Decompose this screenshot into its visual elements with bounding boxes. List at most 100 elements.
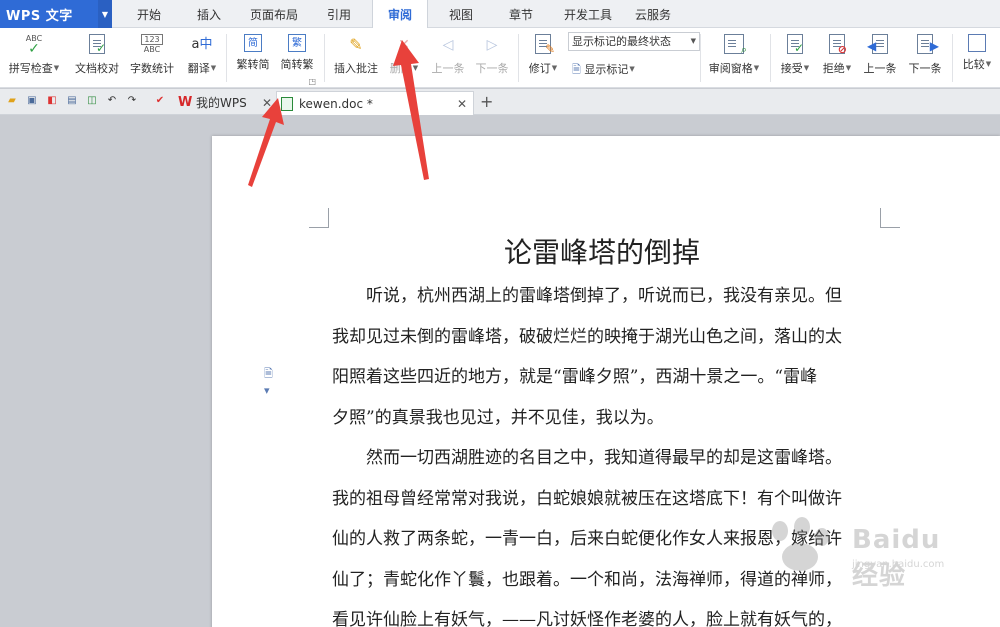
spell-check-label: 拼写检查 — [8, 62, 53, 75]
chevron-down-icon[interactable]: ▼ — [54, 64, 59, 72]
body-line: 然而一切西湖胜迹的名目之中，我知道得最早的却是这雷峰塔。 — [332, 448, 842, 468]
ribbon-divider — [952, 34, 953, 82]
track-changes-icon: ✎ — [532, 34, 555, 56]
simp-to-trad-label: 简转繁 — [280, 58, 314, 71]
tab-references[interactable]: 引用 — [318, 0, 360, 28]
reject-button[interactable]: ⊘ 拒绝▼ — [818, 32, 856, 84]
show-markup-button[interactable]: 🗎 显示标记▼ — [572, 61, 635, 80]
dialog-launcher-icon[interactable]: ◳ — [308, 77, 316, 86]
app-menu-button[interactable]: WPS 文字 ▼ — [0, 0, 112, 28]
simp-to-trad-icon: 繁 — [288, 34, 306, 52]
next-change-icon: ▶ — [914, 34, 939, 56]
tab-kewen-doc[interactable]: kewen.doc * ✕ — [276, 91, 474, 115]
simp-to-trad-button[interactable]: 繁 简转繁 ◳ — [276, 32, 318, 86]
undo-icon[interactable]: ↶ — [106, 95, 118, 107]
tab-cloud[interactable]: 云服务 — [628, 0, 678, 28]
watermark-url: jingyan.baidu.com — [852, 559, 945, 570]
translate-button[interactable]: a中 翻译▼ — [182, 32, 222, 84]
accept-button[interactable]: ✓ 接受▼ — [776, 32, 814, 84]
tab-page-layout[interactable]: 页面布局 — [244, 0, 304, 28]
ribbon-divider — [518, 34, 519, 82]
chevron-down-icon[interactable]: ▼ — [413, 64, 418, 72]
tab-view[interactable]: 视图 — [440, 0, 482, 28]
chevron-down-icon[interactable]: ▼ — [986, 60, 991, 68]
open-folder-icon[interactable]: ▰ — [6, 95, 18, 107]
body-line: 听说，杭州西湖上的雷峰塔倒掉了，听说而已，我没有亲见。但 — [332, 286, 842, 306]
prev-comment-icon: ◁ — [442, 37, 454, 53]
tab-start[interactable]: 开始 — [128, 0, 170, 28]
document-check-icon: ✓ — [86, 34, 108, 56]
word-count-button[interactable]: 123 ABC 字数统计 — [126, 32, 178, 84]
trad-to-simp-button[interactable]: 简 繁转简 — [232, 32, 274, 84]
tab-chapter[interactable]: 章节 — [500, 0, 542, 28]
close-icon[interactable]: ✕ — [262, 91, 272, 115]
next-change-button[interactable]: ▶ 下一条 — [904, 32, 946, 84]
trad-to-simp-icon: 简 — [244, 34, 262, 52]
prev-comment-label: 上一条 — [431, 62, 465, 75]
show-markup-icon: 🗎 — [572, 63, 581, 76]
next-comment-icon: ▷ — [486, 37, 498, 53]
accept-label: 接受 — [780, 62, 803, 75]
chevron-down-icon[interactable]: ▼ — [754, 64, 759, 72]
doc-proofread-button[interactable]: ✓ 文档校对 — [70, 32, 124, 84]
export-pdf-icon[interactable]: ◧ — [46, 95, 58, 107]
print-icon[interactable]: ▤ — [66, 95, 78, 107]
delete-comment-button[interactable]: ✕ 删除▼ — [386, 32, 422, 84]
chevron-down-icon[interactable]: ▼ — [804, 64, 809, 72]
ribbon-divider — [226, 34, 227, 82]
document-title[interactable]: 论雷峰塔的倒掉 — [332, 231, 872, 271]
word-count-label: 字数统计 — [130, 62, 174, 75]
review-pane-icon: ⌕ — [723, 34, 747, 56]
body-line: 我却见过未倒的雷峰塔，破破烂烂的映掩于湖光山色之间，落山的太 — [332, 326, 842, 347]
comment-icon: ✎ — [349, 35, 363, 54]
margin-corner-marker — [880, 208, 900, 228]
trad-to-simp-label: 繁转简 — [236, 58, 270, 71]
prev-change-icon: ◀ — [867, 34, 891, 56]
delete-comment-icon: ✕ — [398, 37, 410, 53]
next-comment-button[interactable]: ▷ 下一条 — [472, 32, 512, 84]
chevron-down-icon[interactable]: ▼ — [691, 33, 696, 50]
watermark: Baidu经验 jingyan.baidu.com — [760, 515, 960, 591]
spell-check-icon: ABC ✓ — [25, 34, 43, 57]
prev-comment-button[interactable]: ◁ 上一条 — [428, 32, 468, 84]
spell-check-button[interactable]: ABC ✓ 拼写检查▼ — [4, 32, 64, 84]
ribbon-divider — [700, 34, 701, 82]
baidu-paw-logo — [772, 517, 829, 571]
review-pane-label: 审阅窗格 — [708, 62, 753, 75]
compare-button[interactable]: 比较▼ — [958, 32, 996, 84]
redo-icon[interactable]: ↷ — [126, 95, 138, 107]
menu-bar: WPS 文字 ▼ 开始 插入 页面布局 引用 审阅 视图 章节 开发工具 云服务 — [0, 0, 1000, 29]
show-markup-label: 显示标记 — [584, 63, 629, 76]
review-pane-button[interactable]: ⌕ 审阅窗格▼ — [704, 32, 764, 84]
tab-developer[interactable]: 开发工具 — [558, 0, 618, 28]
chevron-down-icon[interactable]: ▼ — [552, 64, 557, 72]
body-line: 阳照着这些四近的地方，就是“雷峰夕照”，西湖十景之一。“雷峰 — [332, 367, 818, 387]
insert-comment-button[interactable]: ✎ 插入批注 — [330, 32, 382, 84]
translate-icon: a中 — [191, 37, 213, 52]
compare-icon — [968, 34, 986, 52]
doc-file-icon — [281, 97, 293, 111]
track-changes-button[interactable]: ✎ 修订▼ — [524, 32, 562, 84]
prev-change-button[interactable]: ◀ 上一条 — [860, 32, 900, 84]
tab-review[interactable]: 审阅 — [372, 0, 428, 29]
track-changes-label: 修订 — [528, 62, 551, 75]
close-icon[interactable]: ✕ — [457, 92, 467, 116]
chevron-down-icon[interactable]: ▼ — [629, 65, 634, 73]
tab-insert[interactable]: 插入 — [188, 0, 230, 28]
paragraph-marker-icon[interactable]: 🗎▾ — [264, 365, 278, 397]
new-tab-plus-icon[interactable]: + — [480, 92, 493, 111]
reject-label: 拒绝 — [822, 62, 845, 75]
markup-state-dropdown[interactable]: 显示标记的最终状态 ▼ — [568, 32, 700, 51]
insert-comment-label: 插入批注 — [334, 62, 378, 75]
customize-toolbar-icon[interactable]: ✔ — [154, 95, 166, 107]
chevron-down-icon[interactable]: ▼ — [98, 0, 112, 28]
chevron-down-icon[interactable]: ▼ — [846, 64, 851, 72]
translate-label: 翻译 — [187, 62, 210, 75]
save-icon[interactable]: ▣ — [26, 95, 38, 107]
print-preview-icon[interactable]: ◫ — [86, 95, 98, 107]
tab-my-wps[interactable]: W 我的WPS ✕ — [174, 91, 278, 115]
compare-label: 比较 — [962, 58, 985, 71]
next-comment-label: 下一条 — [475, 62, 509, 75]
chevron-down-icon[interactable]: ▼ — [211, 64, 216, 72]
body-line: 看见许仙脸上有妖气，——凡讨妖怪作老婆的人，脸上就有妖气的， — [332, 610, 842, 627]
